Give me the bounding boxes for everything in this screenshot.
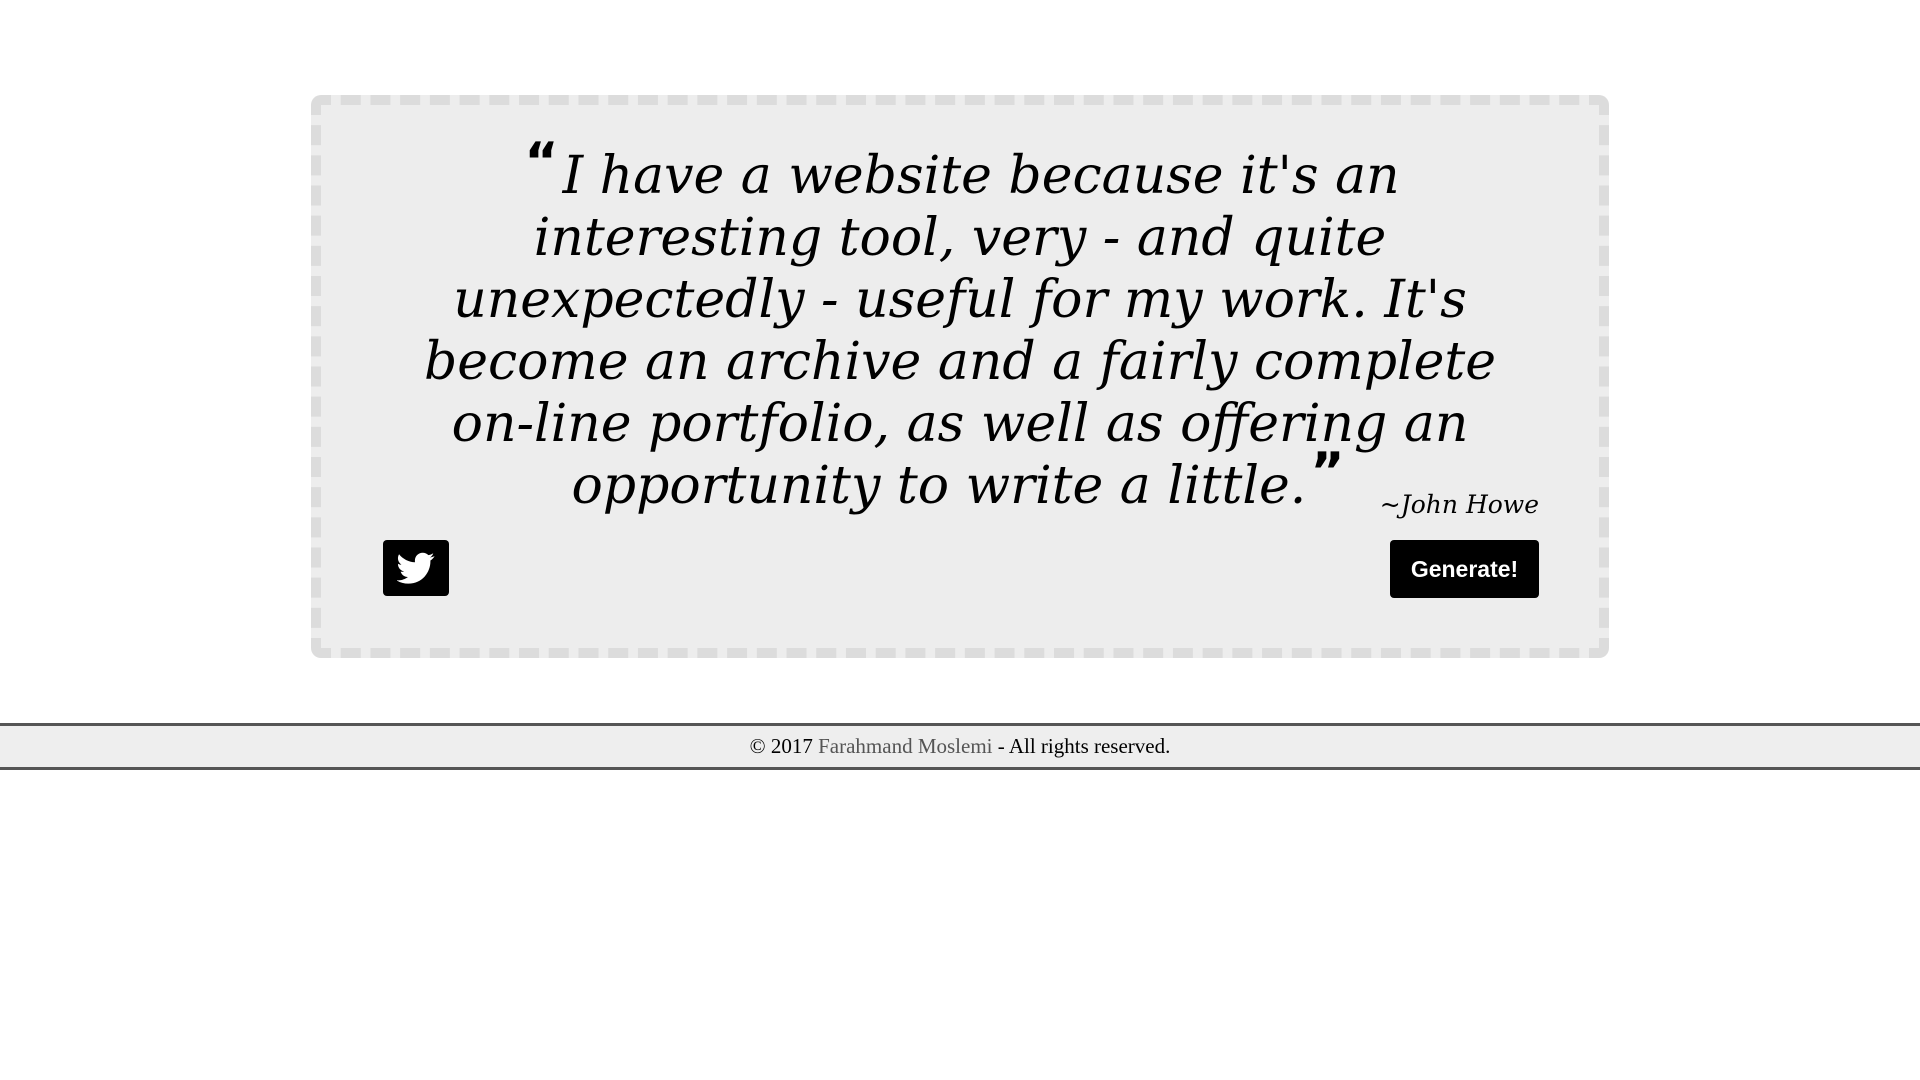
- footer-rights: - All rights reserved.: [992, 734, 1171, 758]
- footer-author-link[interactable]: Farahmand Moslemi: [818, 734, 992, 759]
- quote-card: “I have a website because it's an intere…: [311, 95, 1609, 658]
- twitter-bird-icon: [397, 549, 435, 587]
- open-quote-mark: “: [524, 132, 559, 192]
- footer-copyright: © 2017: [749, 734, 819, 758]
- quote-author: ~John Howe: [1379, 490, 1539, 519]
- generate-button[interactable]: Generate!: [1390, 540, 1539, 598]
- close-quote-mark: ”: [1310, 442, 1345, 502]
- quote-text-block: “I have a website because it's an intere…: [376, 132, 1544, 517]
- tweet-button[interactable]: [383, 540, 449, 596]
- footer: © 2017 Farahmand Moslemi - All rights re…: [0, 723, 1920, 770]
